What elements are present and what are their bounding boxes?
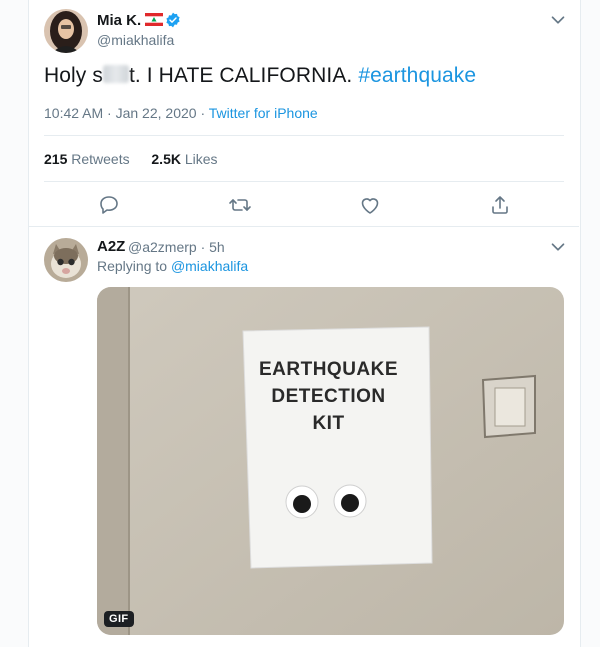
tweet-text-start: Holy s: [44, 64, 103, 87]
tweet-text: Holy s t. I HATE CALIFORNIA. #earthquake: [44, 64, 476, 88]
like-icon[interactable]: [358, 193, 382, 217]
engagement-stats: 215 Retweets 2.5K Likes: [44, 151, 218, 167]
lebanon-flag-icon: [145, 13, 163, 26]
chevron-down-icon[interactable]: [547, 236, 569, 258]
page-background-right: [580, 0, 600, 647]
sign-line-1: EARTHQUAKE: [258, 359, 399, 380]
tweet-timestamp[interactable]: 10:42 AM · Jan 22, 2020 ·: [44, 105, 209, 121]
retweets-count: 215: [44, 151, 68, 167]
author-handle[interactable]: @miakhalifa: [97, 32, 174, 48]
divider: [29, 226, 579, 227]
gif-badge: GIF: [104, 611, 134, 627]
gif-still-image: [97, 287, 564, 635]
page-background-left: [0, 0, 28, 647]
chevron-down-icon[interactable]: [547, 9, 569, 31]
reply-author-handle-time[interactable]: @a2zmerp · 5h: [128, 239, 225, 255]
hashtag-link[interactable]: #earthquake: [358, 64, 476, 87]
reply-icon[interactable]: [97, 193, 121, 217]
retweets-label: Retweets: [71, 151, 130, 167]
share-icon[interactable]: [488, 193, 512, 217]
reply-author-name[interactable]: A2Z: [97, 238, 125, 255]
likes-label: Likes: [184, 151, 218, 167]
likes-count: 2.5K: [151, 151, 181, 167]
verified-badge-icon: [166, 12, 180, 28]
censored-blur: [102, 65, 129, 83]
tweet-meta: 10:42 AM · Jan 22, 2020 · Twitter for iP…: [44, 105, 318, 121]
tweet-text-end: t. I HATE CALIFORNIA.: [128, 64, 353, 87]
author-name[interactable]: Mia K.: [97, 12, 141, 29]
gif-media[interactable]: EARTHQUAKE DETECTION KIT GIF: [97, 287, 564, 635]
retweets-stat[interactable]: 215 Retweets: [44, 151, 130, 167]
replying-to-label: Replying to: [97, 258, 171, 274]
tweet-source-link[interactable]: Twitter for iPhone: [209, 105, 318, 121]
divider: [44, 135, 564, 136]
divider: [44, 181, 564, 182]
avatar[interactable]: [44, 238, 88, 282]
mention-link[interactable]: @miakhalifa: [171, 258, 248, 274]
replying-to: Replying to @miakhalifa: [97, 258, 248, 274]
sign-line-2: DETECTION: [271, 386, 386, 407]
sign-line-3: KIT: [312, 413, 345, 434]
likes-stat[interactable]: 2.5K Likes: [151, 151, 217, 167]
retweet-icon[interactable]: [228, 193, 252, 217]
avatar[interactable]: [44, 9, 88, 53]
